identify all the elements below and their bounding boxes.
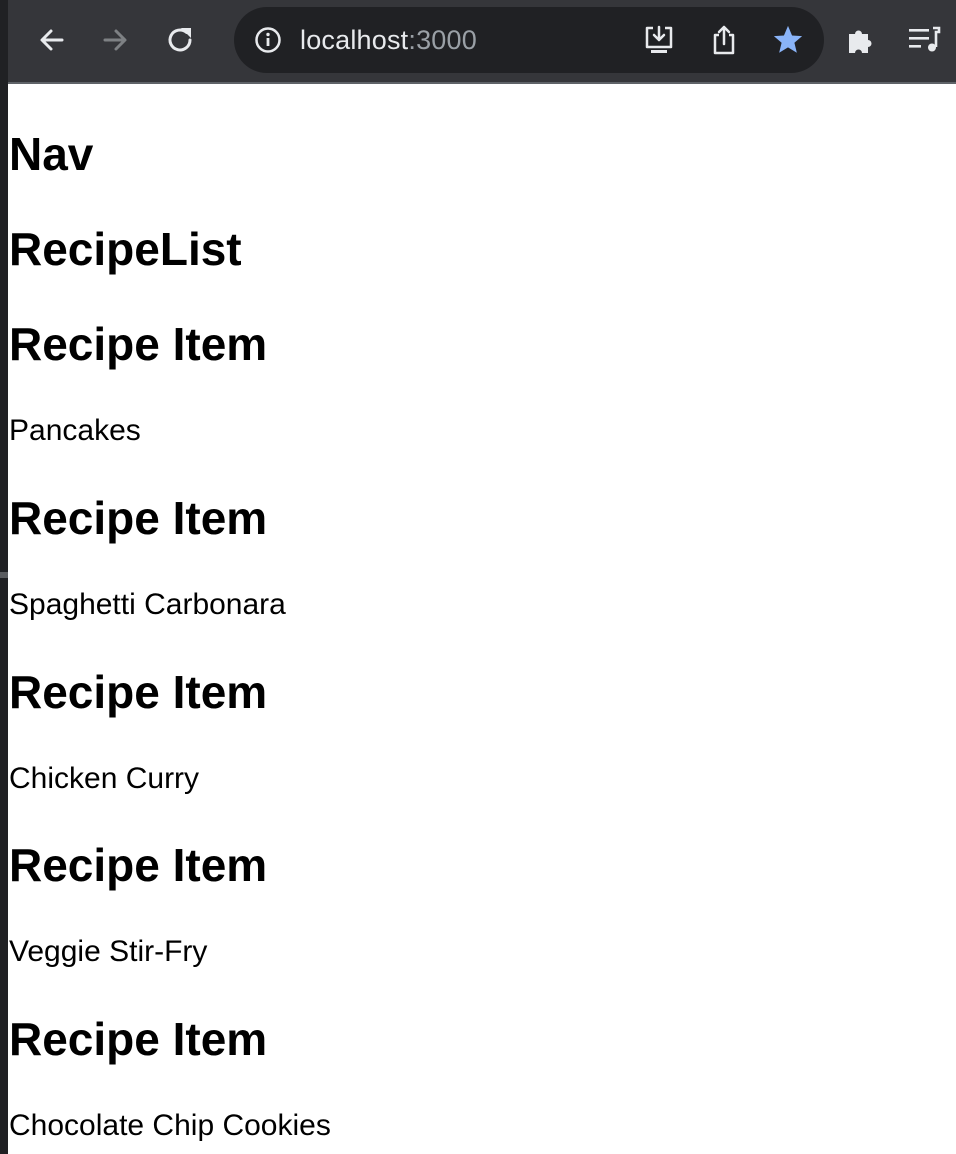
arrow-right-icon	[103, 29, 127, 51]
reload-button[interactable]	[160, 20, 200, 60]
recipe-item-heading: Recipe Item	[9, 1013, 268, 1065]
extensions-button[interactable]	[840, 20, 880, 60]
install-app-button[interactable]	[643, 24, 675, 56]
recipe-name: Veggie Stir-Fry	[9, 935, 208, 968]
url-host: localhost	[300, 25, 409, 55]
media-controls-button[interactable]	[904, 20, 944, 60]
recipe-name: Chicken Curry	[9, 762, 200, 795]
reload-icon	[168, 28, 192, 52]
toolbar-divider	[8, 82, 956, 84]
forward-button[interactable]	[95, 20, 135, 60]
back-button[interactable]	[32, 20, 72, 60]
recipe-name: Pancakes	[9, 414, 141, 447]
arrow-left-icon	[40, 29, 64, 51]
star-icon	[773, 25, 803, 53]
recipe-list-heading: RecipeList	[9, 223, 242, 275]
recipe-item-heading: Recipe Item	[9, 492, 268, 544]
bookmark-button[interactable]	[772, 24, 804, 56]
url-port: :3000	[408, 25, 477, 55]
recipe-name: Spaghetti Carbonara	[9, 588, 286, 621]
share-button[interactable]	[708, 24, 740, 56]
url-text[interactable]: localhost:3000	[300, 25, 477, 55]
recipe-item-heading: Recipe Item	[9, 318, 268, 370]
info-circle-icon[interactable]	[254, 26, 282, 54]
browser-toolbar: localhost:3000	[8, 0, 956, 82]
recipe-item-heading: Recipe Item	[9, 666, 268, 718]
window-edge	[0, 0, 8, 1154]
recipe-item-heading: Recipe Item	[9, 839, 268, 891]
share-icon	[713, 25, 735, 55]
nav-heading: Nav	[9, 128, 94, 180]
puzzle-icon	[849, 30, 872, 53]
address-bar[interactable]: localhost:3000	[234, 7, 824, 73]
window-edge-marker	[0, 572, 8, 578]
recipe-name: Chocolate Chip Cookies	[9, 1109, 331, 1142]
install-app-icon	[645, 25, 673, 53]
media-queue-icon	[909, 26, 941, 52]
